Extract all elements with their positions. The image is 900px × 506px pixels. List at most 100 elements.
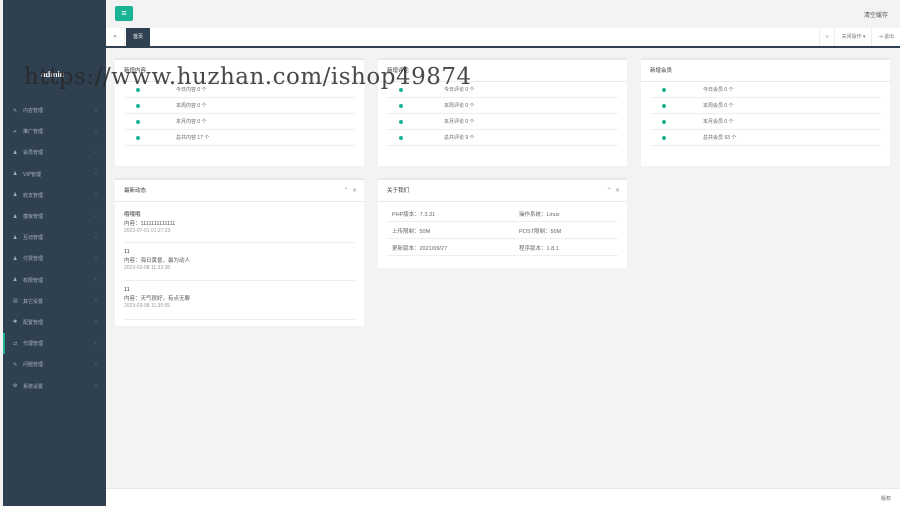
panel-new-members: 新增会员 今日会员 0 个本周会员 0 个本月会员 0 个总共会员 93 个 bbox=[641, 58, 890, 166]
stat-row: 本月评论 0 个 bbox=[387, 114, 618, 130]
sidebar-item-label: 推广管理 bbox=[23, 129, 44, 136]
about-info-left: PHP版本：7.3.31 bbox=[392, 212, 436, 218]
menu-toggle-button[interactable]: ≡ bbox=[115, 6, 133, 21]
sidebar-item[interactable]: ⚙ 系统设置 ‹ bbox=[3, 375, 106, 396]
stat-row: 本周内容 0 个 bbox=[124, 98, 355, 114]
logout-button[interactable]: ⇥ 退出 bbox=[871, 28, 900, 46]
sidebar-item[interactable]: ✎ 问题管理 ‹ bbox=[3, 354, 106, 375]
about-row: 更新版本：2021/09/27 程序版本：1.8.1 bbox=[387, 239, 618, 256]
panel-tools: ⌃ ✕ bbox=[607, 180, 620, 202]
sidebar-item-label: 代理管理 bbox=[23, 341, 44, 348]
sidebar-item-label: 收支管理 bbox=[23, 192, 44, 199]
panel-about-us: 关于我们 ⌃ ✕ PHP版本：7.3.31 操作系统：Linux 上传限制：50M P… bbox=[378, 178, 627, 268]
sidebar-item-label: 其它设置 bbox=[23, 298, 44, 305]
bullet-dot-icon bbox=[136, 120, 140, 124]
collapse-icon[interactable]: ⌃ bbox=[344, 188, 349, 194]
sidebar-item[interactable]: ♟ 付费管理 ‹ bbox=[3, 248, 106, 269]
chevron-left-icon: ‹ bbox=[95, 128, 97, 135]
user-icon: ♟ bbox=[13, 192, 18, 199]
about-info-right: 操作系统：Linux bbox=[519, 212, 560, 218]
stat-label: 今日会员 0 个 bbox=[703, 87, 734, 93]
stat-row: 总共评论 9 个 bbox=[387, 130, 618, 146]
stat-row: 总共会员 93 个 bbox=[650, 130, 881, 146]
bullet-dot-icon bbox=[662, 136, 666, 140]
top-bar: ≡ 清空缓存 bbox=[106, 0, 900, 28]
close-icon[interactable]: ✕ bbox=[615, 188, 620, 194]
stat-row: 本月会员 0 个 bbox=[650, 114, 881, 130]
stat-label: 总共内容 17 个 bbox=[176, 135, 210, 141]
sidebar-item[interactable]: ♟ VIP管理 ‹ bbox=[3, 164, 106, 185]
bullet-dot-icon bbox=[662, 120, 666, 124]
chevron-left-icon: ‹ bbox=[95, 383, 97, 390]
panel-title: 新增会员 bbox=[641, 60, 890, 82]
footer-text: 版权 bbox=[880, 496, 891, 502]
panel-title-text: 最新动态 bbox=[124, 188, 147, 194]
chevron-left-icon: ‹ bbox=[95, 298, 97, 305]
sidebar-item[interactable]: ✱ 配置管理 ‹ bbox=[3, 312, 106, 333]
sidebar-item[interactable]: ♟ 模板管理 ‹ bbox=[3, 206, 106, 227]
news-date: 2023-07-01 01:27:23 bbox=[124, 228, 171, 234]
news-title: 11 bbox=[124, 287, 130, 293]
sidebar-item-label: 问题管理 bbox=[23, 362, 44, 369]
chevron-left-icon: ‹ bbox=[95, 171, 97, 178]
bullet-dot-icon bbox=[662, 88, 666, 92]
sidebar-item[interactable]: ✎ 内容管理 ‹ bbox=[3, 100, 106, 121]
sidebar-item-label: VIP管理 bbox=[23, 171, 42, 178]
clear-cache-link[interactable]: 清空缓存 bbox=[864, 10, 888, 19]
chevron-left-icon: ‹ bbox=[95, 340, 97, 347]
news-item[interactable]: 11 内容：天气很好，有点无聊 2023-03-08 11:30:55 bbox=[124, 281, 355, 320]
about-info-left: 更新版本：2021/09/27 bbox=[392, 246, 448, 252]
hamburger-icon: ≡ bbox=[121, 8, 127, 18]
chevron-left-icon: ‹ bbox=[95, 192, 97, 199]
bullet-dot-icon bbox=[399, 120, 403, 124]
chevron-left-icon: ‹ bbox=[95, 107, 97, 114]
sidebar-item[interactable]: ♟ 会员管理 ‹ bbox=[3, 142, 106, 163]
chevron-left-icon: ‹ bbox=[95, 361, 97, 368]
footer: 版权 bbox=[106, 488, 900, 506]
news-content: 内容：海日黄昏，最为动人 bbox=[124, 257, 191, 264]
user-icon: ♟ bbox=[13, 149, 18, 156]
collapse-icon[interactable]: ⌃ bbox=[607, 188, 612, 194]
bullet-dot-icon bbox=[136, 104, 140, 108]
stat-label: 本月评论 0 个 bbox=[444, 119, 475, 125]
chevron-left-icon: ‹ bbox=[95, 255, 97, 262]
tab-home[interactable]: 首页 bbox=[126, 28, 150, 46]
news-date: 2023-03-08 11:33:38 bbox=[124, 264, 171, 271]
user-icon: ♟ bbox=[13, 255, 18, 262]
news-item[interactable]: 11 内容：海日黄昏，最为动人 2023-03-08 11:33:38 bbox=[124, 243, 355, 281]
sidebar-item[interactable]: ⇄ 代理管理 ‹ bbox=[3, 333, 106, 355]
stat-row: 今日会员 0 个 bbox=[650, 82, 881, 98]
user-icon: ♟ bbox=[13, 234, 18, 241]
stat-label: 本周内容 0 个 bbox=[176, 103, 207, 109]
user-icon: ♟ bbox=[13, 213, 18, 220]
user-icon: ♟ bbox=[13, 277, 18, 284]
close-operations-dropdown[interactable]: 关闭操作 ▾ bbox=[834, 28, 871, 46]
check-icon: ✔ bbox=[13, 128, 18, 135]
about-row: 上传限制：50M POST限制：50M bbox=[387, 222, 618, 239]
sidebar-item[interactable]: ♟ 互动管理 ‹ bbox=[3, 227, 106, 248]
panel-title: 最新动态 ⌃ ✕ bbox=[115, 180, 364, 202]
chevron-left-icon: ‹ bbox=[95, 213, 97, 220]
double-chevron-left-icon: « bbox=[113, 34, 117, 40]
sidebar-item[interactable]: ✔ 推广管理 ‹ bbox=[3, 121, 106, 142]
sidebar-item[interactable]: ♟ 权限管理 ‹ bbox=[3, 270, 106, 291]
chevron-left-icon: ‹ bbox=[95, 234, 97, 241]
close-icon[interactable]: ✕ bbox=[352, 188, 357, 194]
sidebar-item-label: 配置管理 bbox=[23, 319, 44, 326]
stat-label: 本周评论 0 个 bbox=[444, 103, 475, 109]
about-info-right: 程序版本：1.8.1 bbox=[519, 246, 559, 252]
edit-icon: ✎ bbox=[13, 361, 18, 368]
about-row: PHP版本：7.3.31 操作系统：Linux bbox=[387, 205, 618, 222]
tab-scroll-right-button[interactable]: » bbox=[818, 28, 835, 46]
sidebar-item[interactable]: ♟ 收支管理 ‹ bbox=[3, 185, 106, 206]
chevron-left-icon: ‹ bbox=[95, 149, 97, 156]
tab-scroll-left-button[interactable]: « bbox=[106, 28, 125, 46]
sidebar-menu: ✎ 内容管理 ‹ ✔ 推广管理 ‹ ♟ 会员管理 ‹ ♟ VIP管理 ‹ ♟ 收支管理 ‹ ♟ 模板管理 ‹ ♟ 互动… bbox=[3, 100, 106, 397]
sidebar-item-label: 内容管理 bbox=[23, 108, 44, 115]
bullet-dot-icon bbox=[662, 104, 666, 108]
news-date: 2023-03-08 11:30:55 bbox=[124, 303, 171, 309]
sidebar-item-label: 权限管理 bbox=[23, 277, 44, 284]
sidebar-item[interactable]: ▤ 其它设置 ‹ bbox=[3, 291, 106, 312]
edit-icon: ✎ bbox=[13, 107, 18, 114]
news-item[interactable]: 哦哦哦 内容：1111111111111 2023-07-01 01:27:23 bbox=[124, 204, 355, 243]
